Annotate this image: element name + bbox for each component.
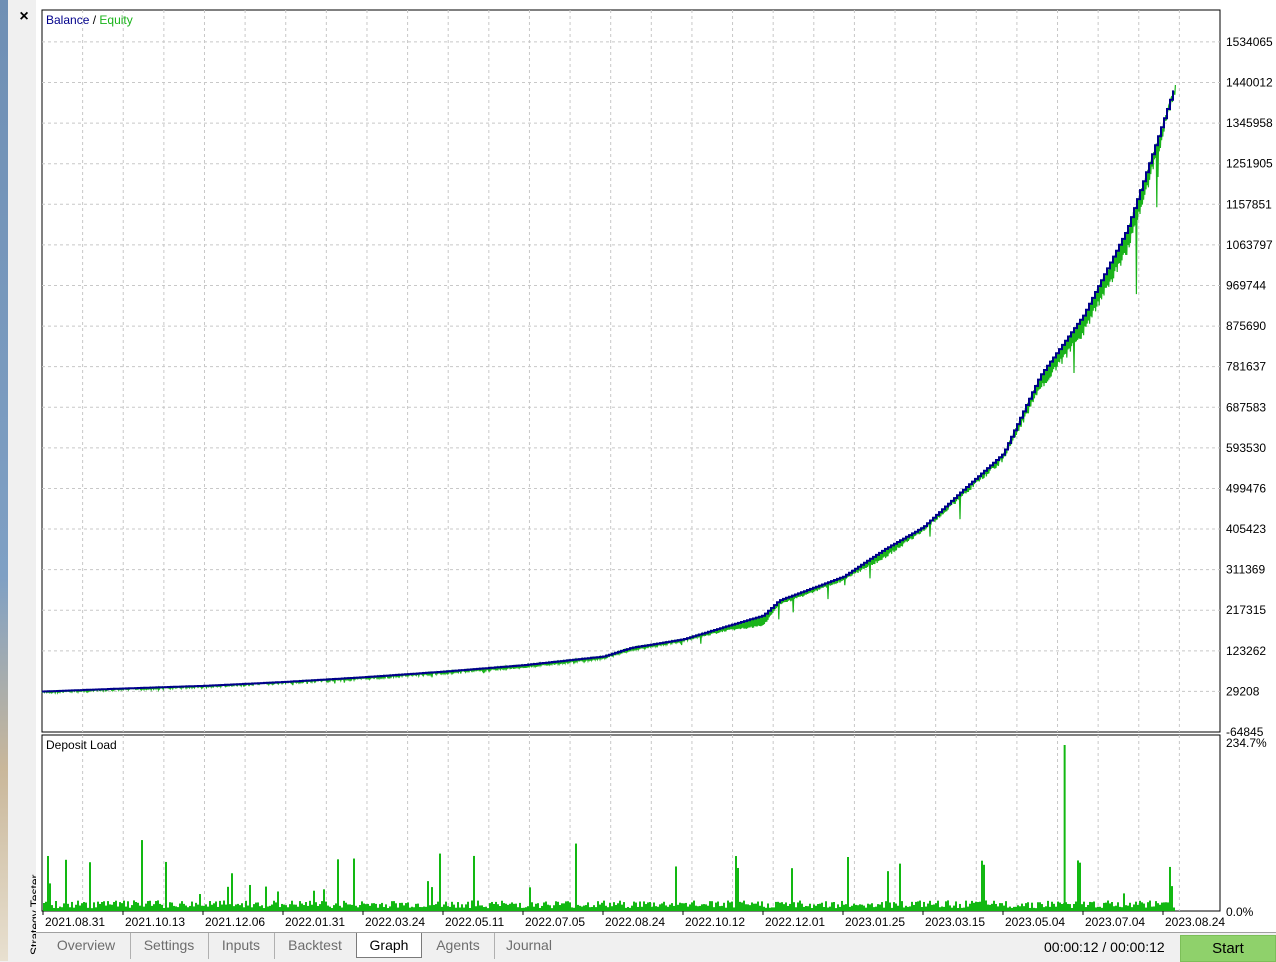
bottom-tab-bar: Overview Settings Inputs Backtest Graph … [36,932,1276,962]
x-tick-label: 2022.03.24 [365,915,425,929]
x-tick-label: 2021.12.06 [205,915,265,929]
chart-legend: Balance / Equity [46,13,133,27]
x-tick-label: 2023.07.04 [1085,915,1145,929]
x-tick-label: 2023.08.24 [1165,915,1225,929]
deposit-load-frame [41,734,1221,912]
y-tick-label: 593530 [1226,441,1266,455]
graph-area: 1534065 1440012 1345958 1251905 1157851 10637… [36,0,1276,932]
tab-inputs[interactable]: Inputs [208,933,275,959]
y-tick-label: 1345958 [1226,116,1273,130]
y-tick-label: 217315 [1226,603,1266,617]
tab-backtest[interactable]: Backtest [274,933,356,959]
chart-canvas: 1534065 1440012 1345958 1251905 1157851 10637… [41,9,1273,929]
x-tick-label: 2022.12.01 [765,915,825,929]
deposit-load-min-label: 0.0% [1226,905,1254,919]
y-tick-label: 1440012 [1226,76,1273,90]
y-tick-label: 1063797 [1226,238,1273,252]
tab-overview[interactable]: Overview [42,933,131,959]
deposit-load-max-label: 234.7% [1226,736,1267,750]
tab-agents[interactable]: Agents [422,933,495,959]
y-tick-label: 123262 [1226,644,1266,658]
y-tick-label: 781637 [1226,360,1266,374]
x-tick-label: 2023.01.25 [845,915,905,929]
start-button[interactable]: Start [1180,935,1276,962]
deposit-load-title: Deposit Load [46,738,117,752]
y-tick-label: 311369 [1226,563,1265,577]
close-icon[interactable]: × [16,8,32,26]
y-tick-label: 1251905 [1226,157,1273,171]
x-tick-label: 2023.05.04 [1005,915,1065,929]
tab-journal[interactable]: Journal [494,933,564,959]
y-tick-label: 969744 [1226,278,1266,292]
x-tick-label: 2022.10.12 [685,915,745,929]
x-tick-label: 2021.08.31 [45,915,105,929]
y-tick-label: 499476 [1226,481,1266,495]
y-tick-label: 687583 [1226,400,1266,414]
y-tick-label: 29208 [1226,684,1260,698]
x-tick-label: 2021.10.13 [125,915,185,929]
x-tick-label: 2022.01.31 [285,915,345,929]
x-tick-label: 2023.03.15 [925,915,985,929]
y-tick-label: 405423 [1226,522,1266,536]
x-tick-label: 2022.07.05 [525,915,585,929]
strategy-tester-sidebar: × Strategy Tester [8,0,42,961]
desktop-edge [0,0,8,961]
x-tick-label: 2022.08.24 [605,915,665,929]
tab-settings[interactable]: Settings [130,933,209,959]
y-tick-label: 875690 [1226,319,1266,333]
x-tick-label: 2022.05.11 [445,915,504,929]
tab-graph[interactable]: Graph [356,933,422,958]
y-tick-label: 1534065 [1226,35,1273,49]
elapsed-timer: 00:00:12 / 00:00:12 [1044,939,1165,955]
y-tick-label: 1157851 [1226,197,1272,211]
